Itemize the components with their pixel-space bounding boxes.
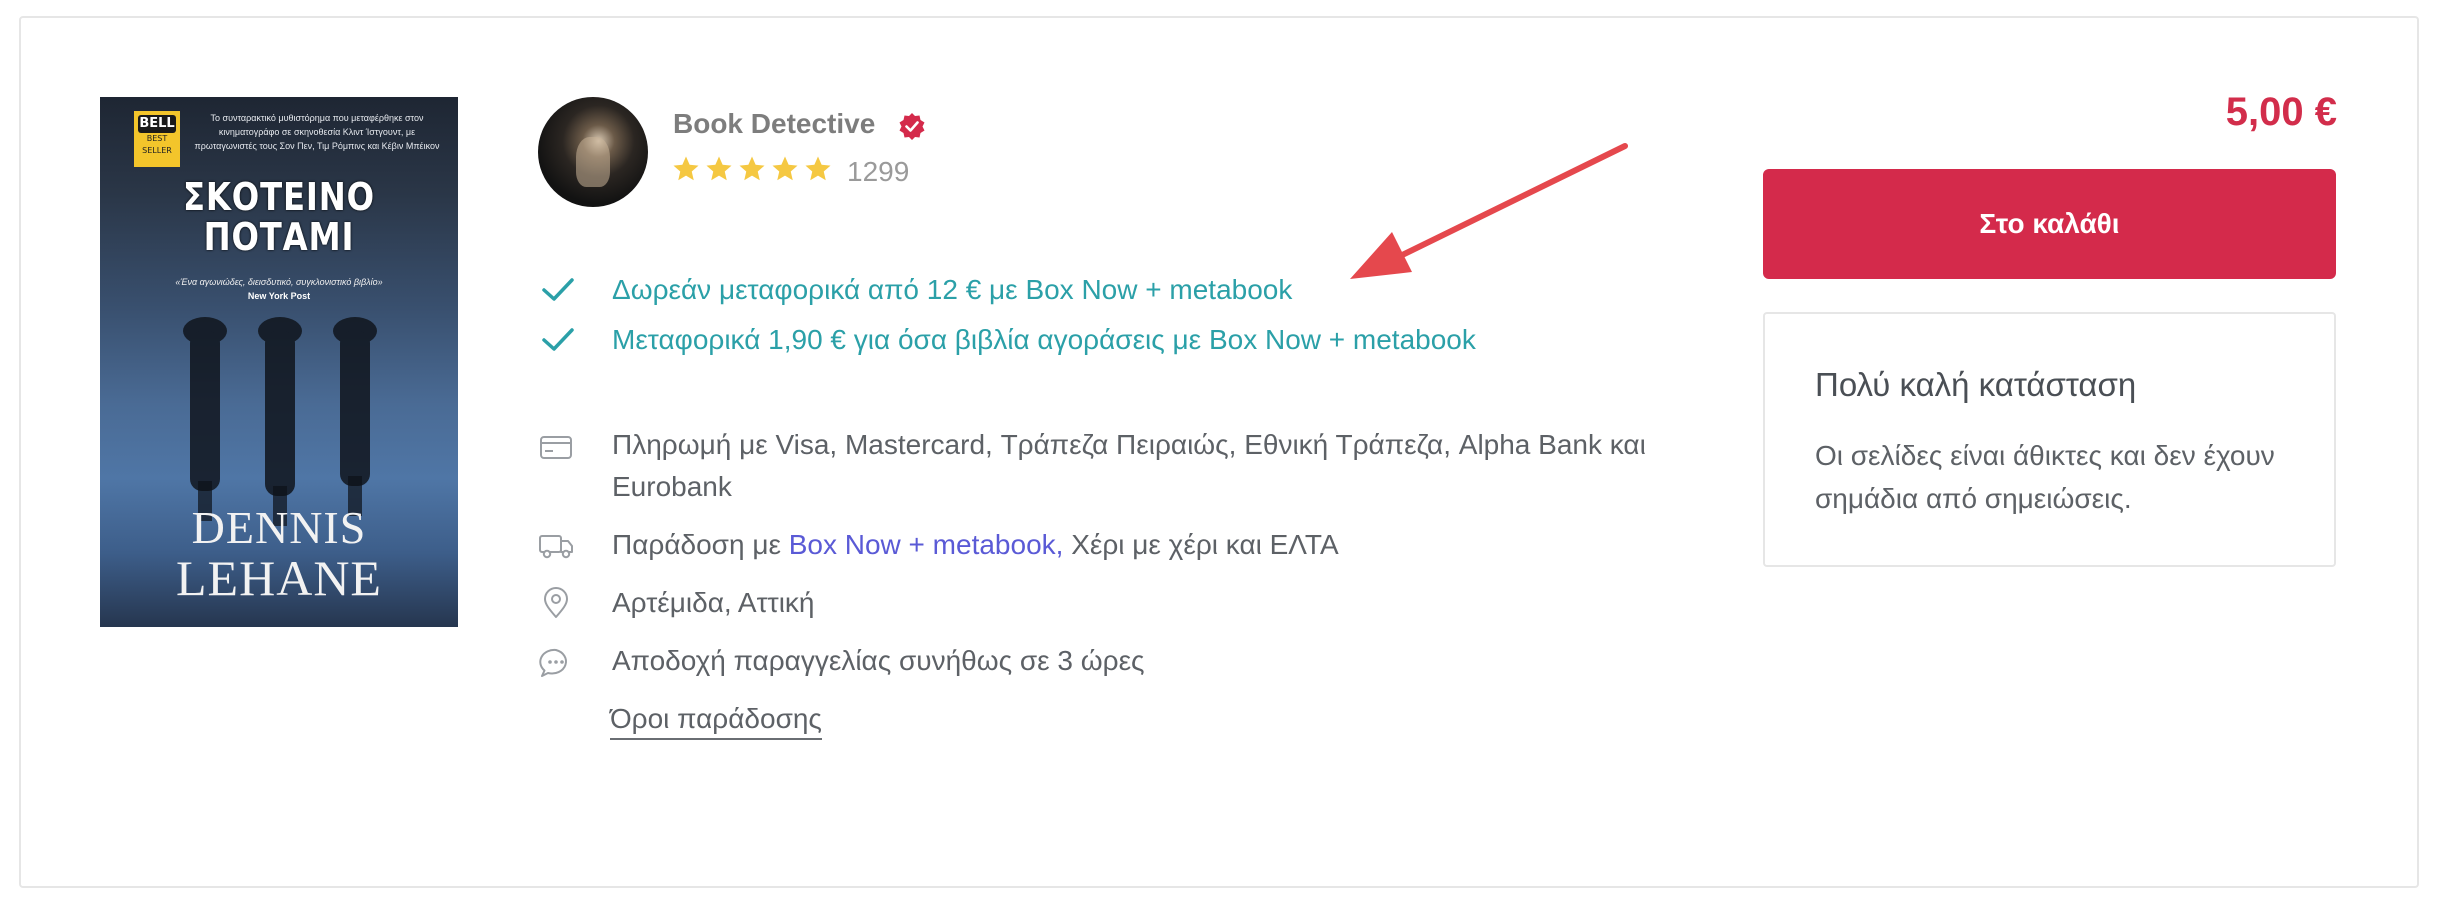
cover-blurb: Το συνταρακτικό μυθιστόρημα που μεταφέρθ… bbox=[194, 113, 440, 151]
credit-card-icon bbox=[540, 436, 572, 459]
badge-sub-label: BEST SELLER bbox=[142, 134, 172, 155]
shipping-offer-flat: Μεταφορικά 1,90 € για όσα βιβλία αγοράσε… bbox=[540, 320, 1476, 360]
star-icon bbox=[805, 156, 831, 181]
add-to-cart-button[interactable]: Στο καλάθι bbox=[1763, 169, 2336, 279]
shipping-offer-text: Μεταφορικά 1,90 € για όσα βιβλία αγοράσε… bbox=[612, 324, 1476, 355]
seller-rating-stars bbox=[671, 152, 836, 186]
star-icon bbox=[739, 156, 765, 181]
check-icon bbox=[542, 328, 574, 351]
order-acceptance-text: Αποδοχή παραγγελίας συνήθως σε 3 ώρες bbox=[612, 645, 1145, 676]
bestseller-badge: BELL BEST SELLER bbox=[134, 111, 180, 167]
truck-icon bbox=[539, 535, 573, 559]
condition-box: Πολύ καλή κατάσταση Οι σελίδες είναι άθι… bbox=[1763, 312, 2336, 567]
cover-author-first-name: DENNIS bbox=[191, 502, 367, 553]
seller-avatar[interactable] bbox=[538, 97, 648, 207]
star-icon bbox=[673, 156, 699, 181]
cover-quote-source: New York Post bbox=[247, 291, 311, 301]
annotation-arrow-icon bbox=[1350, 143, 1628, 279]
delivery-terms-link[interactable]: Όροι παράδοσης bbox=[610, 700, 822, 740]
location-pin-icon bbox=[544, 587, 568, 618]
delivery-prefix: Παράδοση με bbox=[612, 529, 789, 560]
delivery-methods-text: Παράδοση με Box Now + metabook, Χέρι με … bbox=[612, 524, 1339, 566]
chat-bubble-icon bbox=[539, 648, 567, 677]
rating-count[interactable]: 1299 bbox=[847, 156, 909, 188]
badge-top-label: BELL bbox=[138, 115, 176, 133]
payment-methods-text: Πληρωμή με Visa, Mastercard, Τράπεζα Πει… bbox=[612, 429, 1646, 502]
verified-badge-icon bbox=[899, 113, 925, 140]
star-icon bbox=[706, 156, 732, 181]
delivery-suffix: Χέρι με χέρι και ΕΛΤΑ bbox=[1063, 529, 1339, 560]
avatar-figure bbox=[576, 137, 610, 187]
condition-title: Πολύ καλή κατάσταση bbox=[1815, 366, 2137, 403]
book-cover-image[interactable]: BELL BEST SELLER Το συνταρακτικό μυθιστό… bbox=[100, 97, 458, 627]
cover-author-last-name: LEHANE bbox=[176, 550, 382, 606]
condition-description: Οι σελίδες είναι άθικτες και δεν έχουν σ… bbox=[1815, 440, 2275, 514]
star-icon bbox=[772, 156, 798, 181]
box-now-link[interactable]: Box Now + metabook, bbox=[789, 529, 1064, 560]
shipping-offer-text: Δωρεάν μεταφορικά από 12 € με Box Now + … bbox=[612, 274, 1293, 305]
check-icon bbox=[542, 278, 574, 301]
shipping-offer-free: Δωρεάν μεταφορικά από 12 € με Box Now + … bbox=[540, 270, 1292, 310]
cover-title-line-1: ΣΚΟΤΕΙΝΟ bbox=[183, 175, 375, 219]
cover-title-line-2: ΠΟΤΑΜΙ bbox=[203, 215, 355, 259]
cover-title: ΣΚΟΤΕΙΝΟ ΠΟΤΑΜΙ bbox=[127, 177, 431, 257]
seller-location-text: Αρτέμιδα, Αττική bbox=[612, 587, 815, 618]
price: 5,00 € bbox=[2225, 90, 2337, 134]
cover-quote: «Ένα αγωνιώδες, διεισδυτικό, συγκλονιστι… bbox=[175, 277, 383, 287]
seller-name-link[interactable]: Book Detective bbox=[673, 108, 875, 140]
